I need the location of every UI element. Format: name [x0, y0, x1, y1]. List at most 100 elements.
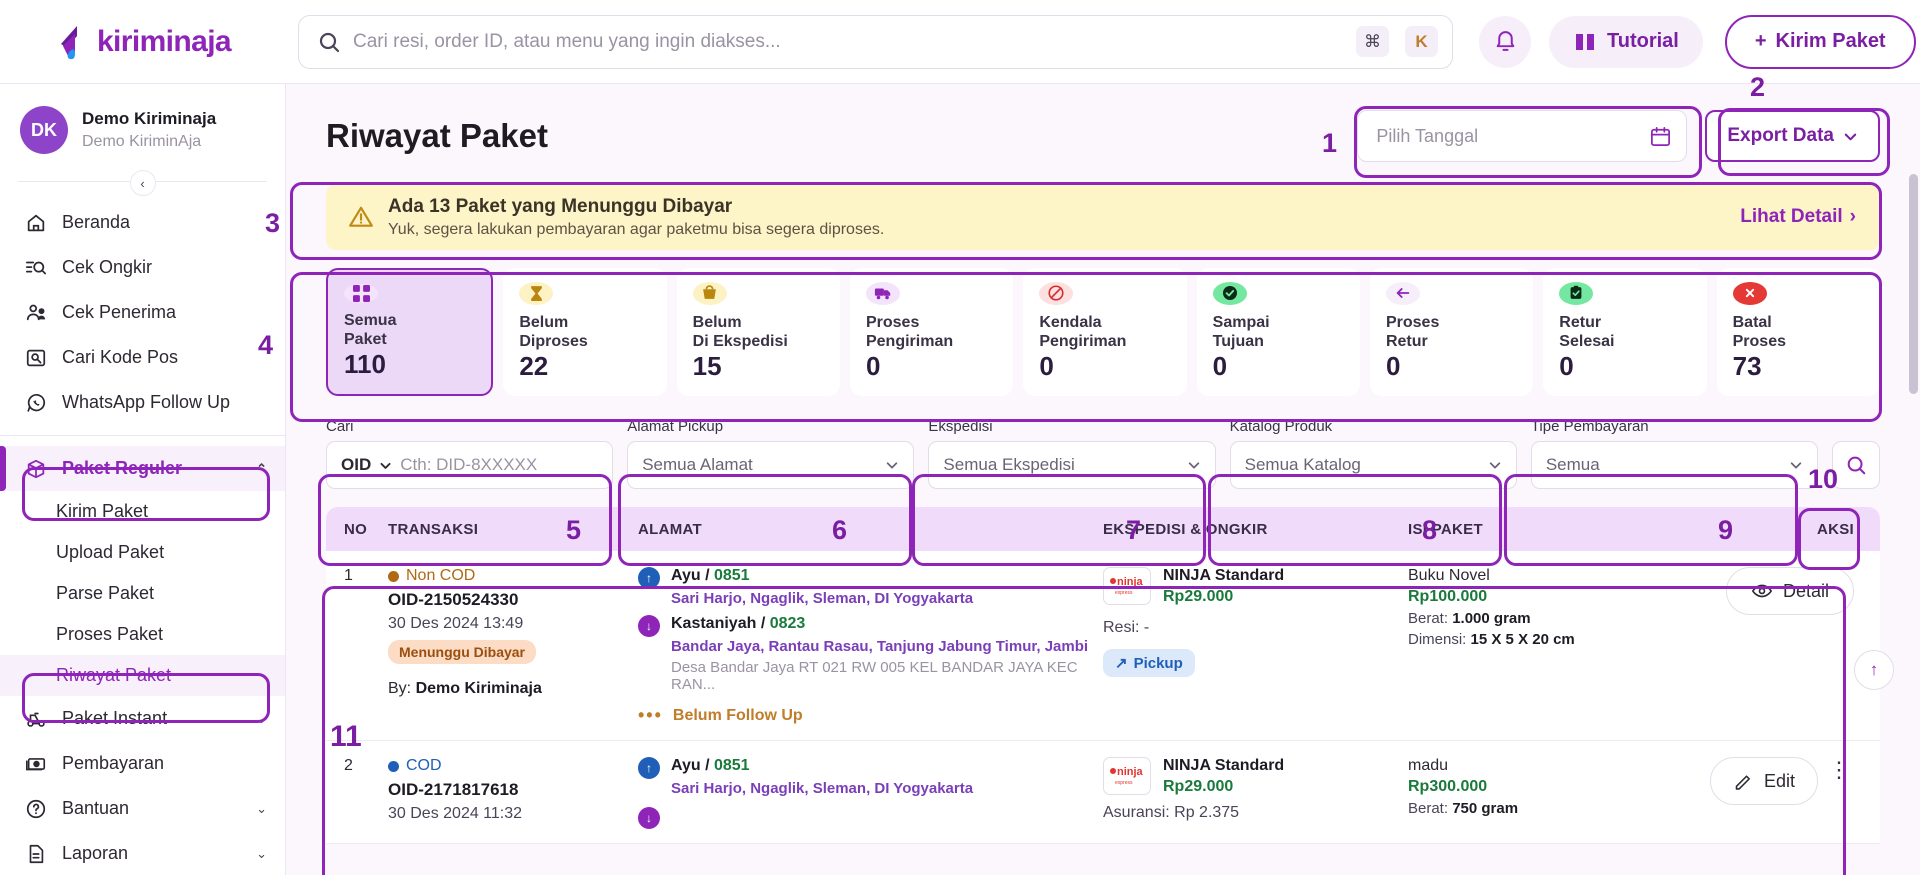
sidebar-item-proses-paket[interactable]: Proses Paket	[0, 614, 285, 655]
kbd-cmd-icon: ⌘	[1356, 26, 1389, 57]
chevron-down-icon: ⌄	[256, 846, 267, 862]
bell-icon	[1493, 29, 1518, 54]
detail-button[interactable]: Detail	[1726, 567, 1854, 615]
sidebar-item-cek-ongkir[interactable]: Cek Ongkir	[0, 245, 285, 290]
weight-value: 750 gram	[1452, 800, 1518, 817]
eye-icon	[1751, 580, 1773, 602]
stat-card-sampai-tujuan[interactable]: Sampai Tujuan 0	[1197, 268, 1360, 396]
katalog-select[interactable]: Semua Katalog	[1230, 441, 1517, 489]
stat-label-line1: Belum	[693, 313, 824, 332]
sidebar-item-cek-penerima[interactable]: Cek Penerima	[0, 290, 285, 335]
sidebar-group-bantuan[interactable]: Bantuan ⌄	[0, 786, 285, 831]
sidebar-group-label: Paket Instant	[62, 708, 242, 729]
help-icon	[24, 797, 48, 821]
receiver-block: ↓ Kastaniyah / 0823 Bandar Jaya, Rantau …	[638, 615, 1103, 693]
sidebar-group-paket-reguler[interactable]: Paket Reguler ⌃	[0, 446, 285, 491]
cancel-icon	[1733, 282, 1767, 305]
receiver-address: Bandar Jaya, Rantau Rasau, Tanjung Jabun…	[671, 638, 1103, 655]
stat-card-kendala-pengiriman[interactable]: Kendala Pengiriman 0	[1023, 268, 1186, 396]
stat-card-retur-selesai[interactable]: Retur Selesai 0	[1543, 268, 1706, 396]
date-picker[interactable]: Pilih Tanggal	[1357, 110, 1687, 162]
item-name: madu	[1408, 757, 1698, 775]
clipboard-check-icon	[1559, 282, 1593, 305]
scooter-icon	[24, 707, 48, 731]
sidebar-group-laporan[interactable]: Laporan ⌄	[0, 831, 285, 875]
sidebar-item-whatsapp-follow-up[interactable]: WhatsApp Follow Up	[0, 380, 285, 425]
main-scrollbar[interactable]	[1909, 174, 1918, 394]
row-more-menu-button[interactable]: ⋮	[1824, 757, 1854, 783]
courier-price: Rp29.000	[1163, 778, 1284, 796]
row-ekspedisi: ninja express NINJA Standard Rp29.000 As…	[1103, 757, 1408, 829]
sidebar-item-kirim-paket[interactable]: Kirim Paket	[0, 491, 285, 532]
stat-label-line1: Batal	[1733, 313, 1864, 332]
sender-name: Ayu / 0851	[671, 567, 973, 585]
apply-filter-search-button[interactable]	[1832, 441, 1880, 489]
alert-title: Ada 13 Paket yang Menunggu Dibayar	[388, 196, 1726, 218]
cari-type-select[interactable]: OID	[341, 455, 371, 475]
table-row[interactable]: 1 Non COD OID-2150524330 30 Des 2024 13:…	[326, 551, 1880, 741]
export-data-button[interactable]: Export Data	[1705, 110, 1880, 162]
kbd-k: K	[1405, 26, 1438, 57]
courier-price: Rp29.000	[1163, 588, 1284, 606]
col-isi-paket: ISI PAKET	[1408, 521, 1698, 538]
scroll-to-top-button[interactable]: ↑	[1854, 650, 1894, 690]
courier-block: ninja express NINJA Standard Rp29.000	[1103, 757, 1408, 796]
stat-card-belum-di-ekspedisi[interactable]: Belum Di Ekspedisi 15	[677, 268, 840, 396]
sidebar-group-paket-instant[interactable]: Paket Instant ⌄	[0, 696, 285, 741]
dimension-value: 15 X 5 X 20 cm	[1471, 631, 1575, 648]
row-aksi: Edit ⋮	[1698, 757, 1880, 829]
alert-detail-link[interactable]: Lihat Detail ›	[1740, 206, 1856, 228]
pembayaran-select[interactable]: Semua	[1531, 441, 1818, 489]
ekspedisi-select[interactable]: Semua Ekspedisi	[928, 441, 1215, 489]
brand-logo[interactable]: kiriminaja	[0, 22, 286, 62]
annotation-number-10: 10	[1808, 464, 1838, 495]
stat-card-semua-paket[interactable]: Semua Paket 110	[326, 268, 493, 396]
sidebar-item-parse-paket[interactable]: Parse Paket	[0, 573, 285, 614]
cari-control[interactable]: OID Cth: DID-8XXXXX	[326, 441, 613, 489]
notifications-button[interactable]	[1479, 16, 1531, 68]
stat-label-line1: Kendala	[1039, 313, 1170, 332]
cari-input-placeholder[interactable]: Cth: DID-8XXXXX	[400, 455, 598, 475]
sidebar-item-beranda[interactable]: Beranda	[0, 200, 285, 245]
stat-label-line2: Pengiriman	[866, 332, 997, 351]
stat-card-batal-proses[interactable]: Batal Proses 73	[1717, 268, 1880, 396]
account-profile[interactable]: DK Demo Kiriminaja Demo KiriminAja	[0, 84, 285, 170]
sidebar-collapse-button[interactable]: ‹	[130, 170, 156, 196]
status-dot-icon	[388, 571, 399, 582]
edit-button[interactable]: Edit	[1710, 757, 1818, 805]
sidebar-item-upload-paket[interactable]: Upload Paket	[0, 532, 285, 573]
stat-label-line2: Tujuan	[1213, 332, 1344, 351]
global-search[interactable]: Cari resi, order ID, atau menu yang ingi…	[298, 15, 1453, 69]
kirim-paket-button[interactable]: + Kirim Paket	[1725, 15, 1916, 69]
ninja-express-logo-icon: ninja express	[1103, 757, 1151, 795]
sidebar-item-cari-kode-pos[interactable]: Cari Kode Pos	[0, 335, 285, 380]
receiver-block-partial: ↓	[638, 807, 1103, 829]
stat-card-belum-diproses[interactable]: Belum Diproses 22	[503, 268, 666, 396]
export-label: Export Data	[1727, 125, 1834, 147]
annotation-number-7: 7	[1126, 515, 1141, 546]
pickup-label: Pickup	[1134, 655, 1183, 672]
col-alamat: ALAMAT	[638, 521, 1103, 538]
page-title: Riwayat Paket	[326, 117, 548, 155]
weight-label: Berat:	[1408, 610, 1448, 627]
svg-text:ninja: ninja	[1117, 576, 1144, 588]
person-check-icon	[24, 301, 48, 325]
stat-card-proses-pengiriman[interactable]: Proses Pengiriman 0	[850, 268, 1013, 396]
tutorial-button[interactable]: Tutorial	[1549, 16, 1703, 68]
sender-address: Sari Harjo, Ngaglik, Sleman, DI Yogyakar…	[671, 590, 973, 607]
sidebar-item-pembayaran[interactable]: Pembayaran	[0, 741, 285, 786]
item-dimension: Dimensi: 15 X 5 X 20 cm	[1408, 631, 1698, 648]
alamat-select[interactable]: Semua Alamat	[627, 441, 914, 489]
logo-mark-icon	[55, 22, 91, 62]
blocked-icon	[1039, 282, 1073, 305]
date-placeholder: Pilih Tanggal	[1376, 126, 1649, 147]
table-row[interactable]: 2 COD OID-2171817618 30 Des 2024 11:32 ↑	[326, 741, 1880, 844]
chevron-down-icon	[1843, 129, 1858, 144]
stat-card-proses-retur[interactable]: Proses Retur 0	[1370, 268, 1533, 396]
sidebar-item-riwayat-paket[interactable]: Riwayat Paket	[0, 655, 285, 696]
sender-phone: 0851	[714, 567, 750, 584]
annotation-number-1: 1	[1322, 128, 1337, 159]
sidebar-group-label: Laporan	[62, 843, 242, 864]
tutorial-label: Tutorial	[1607, 30, 1679, 53]
follow-up-status[interactable]: ••• Belum Follow Up	[638, 705, 1103, 726]
